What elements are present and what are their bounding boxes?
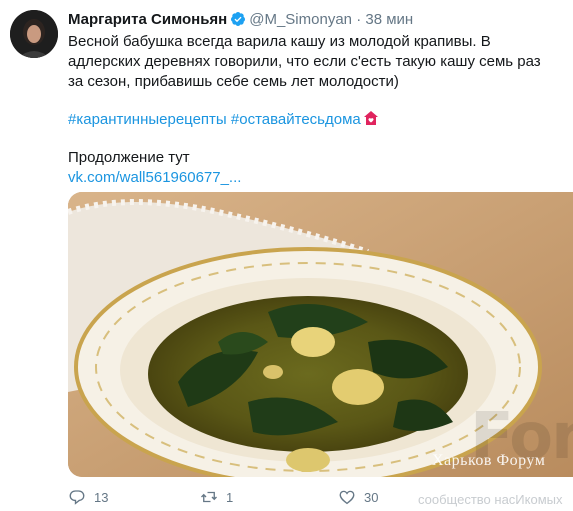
- tweet-body: Весной бабушка всегда варила кашу из мол…: [68, 32, 548, 188]
- external-link[interactable]: vk.com/wall561960677_...: [68, 168, 548, 188]
- house-heart-icon: [363, 110, 379, 126]
- author-handle[interactable]: @M_Simonyan: [249, 11, 352, 28]
- reply-button[interactable]: 13: [68, 488, 108, 506]
- watermark-text: Харьков Форум: [432, 452, 546, 469]
- author-name[interactable]: Маргарита Симоньян: [68, 11, 227, 28]
- tweet-time[interactable]: 38 мин: [365, 11, 413, 28]
- retweet-count: 1: [226, 489, 234, 505]
- verified-badge-icon: [230, 11, 246, 27]
- reply-count: 13: [94, 489, 109, 505]
- retweet-icon: [201, 491, 217, 503]
- avatar[interactable]: [10, 10, 58, 58]
- like-button[interactable]: 30: [338, 488, 378, 506]
- watermark-caption: сообщество насИкомых: [418, 492, 563, 507]
- hashtag-quarantine-recipes[interactable]: #карантинныерецепты: [68, 111, 227, 128]
- like-count: 30: [364, 489, 379, 505]
- heart-icon: [339, 490, 355, 505]
- hashtag-line: #карантинныерецепты #оставайтесьдома: [68, 110, 548, 130]
- tweet: Маргарита Симоньян @M_Simonyan · 38 мин В…: [0, 0, 573, 511]
- hashtag-stay-home[interactable]: #оставайтесьдома: [231, 111, 361, 128]
- separator: ·: [356, 11, 362, 28]
- retweet-button[interactable]: 1: [200, 488, 233, 506]
- reply-icon: [69, 490, 85, 505]
- tweet-header: Маргарита Симоньян @M_Simonyan · 38 мин: [68, 10, 413, 30]
- avatar-image: [10, 10, 58, 58]
- continuation-label: Продолжение тут: [68, 149, 190, 166]
- tweet-text: Весной бабушка всегда варила кашу из мол…: [68, 33, 541, 90]
